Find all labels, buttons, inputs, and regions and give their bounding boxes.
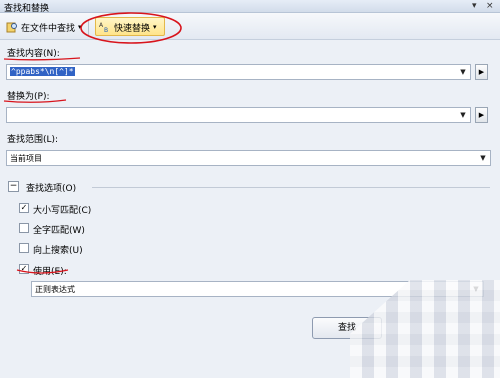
replace-underline (3, 99, 67, 103)
use-underline (16, 269, 69, 274)
red-annotations (3, 12, 182, 274)
find-underline (3, 57, 81, 61)
quick-replace-circle (80, 12, 182, 44)
